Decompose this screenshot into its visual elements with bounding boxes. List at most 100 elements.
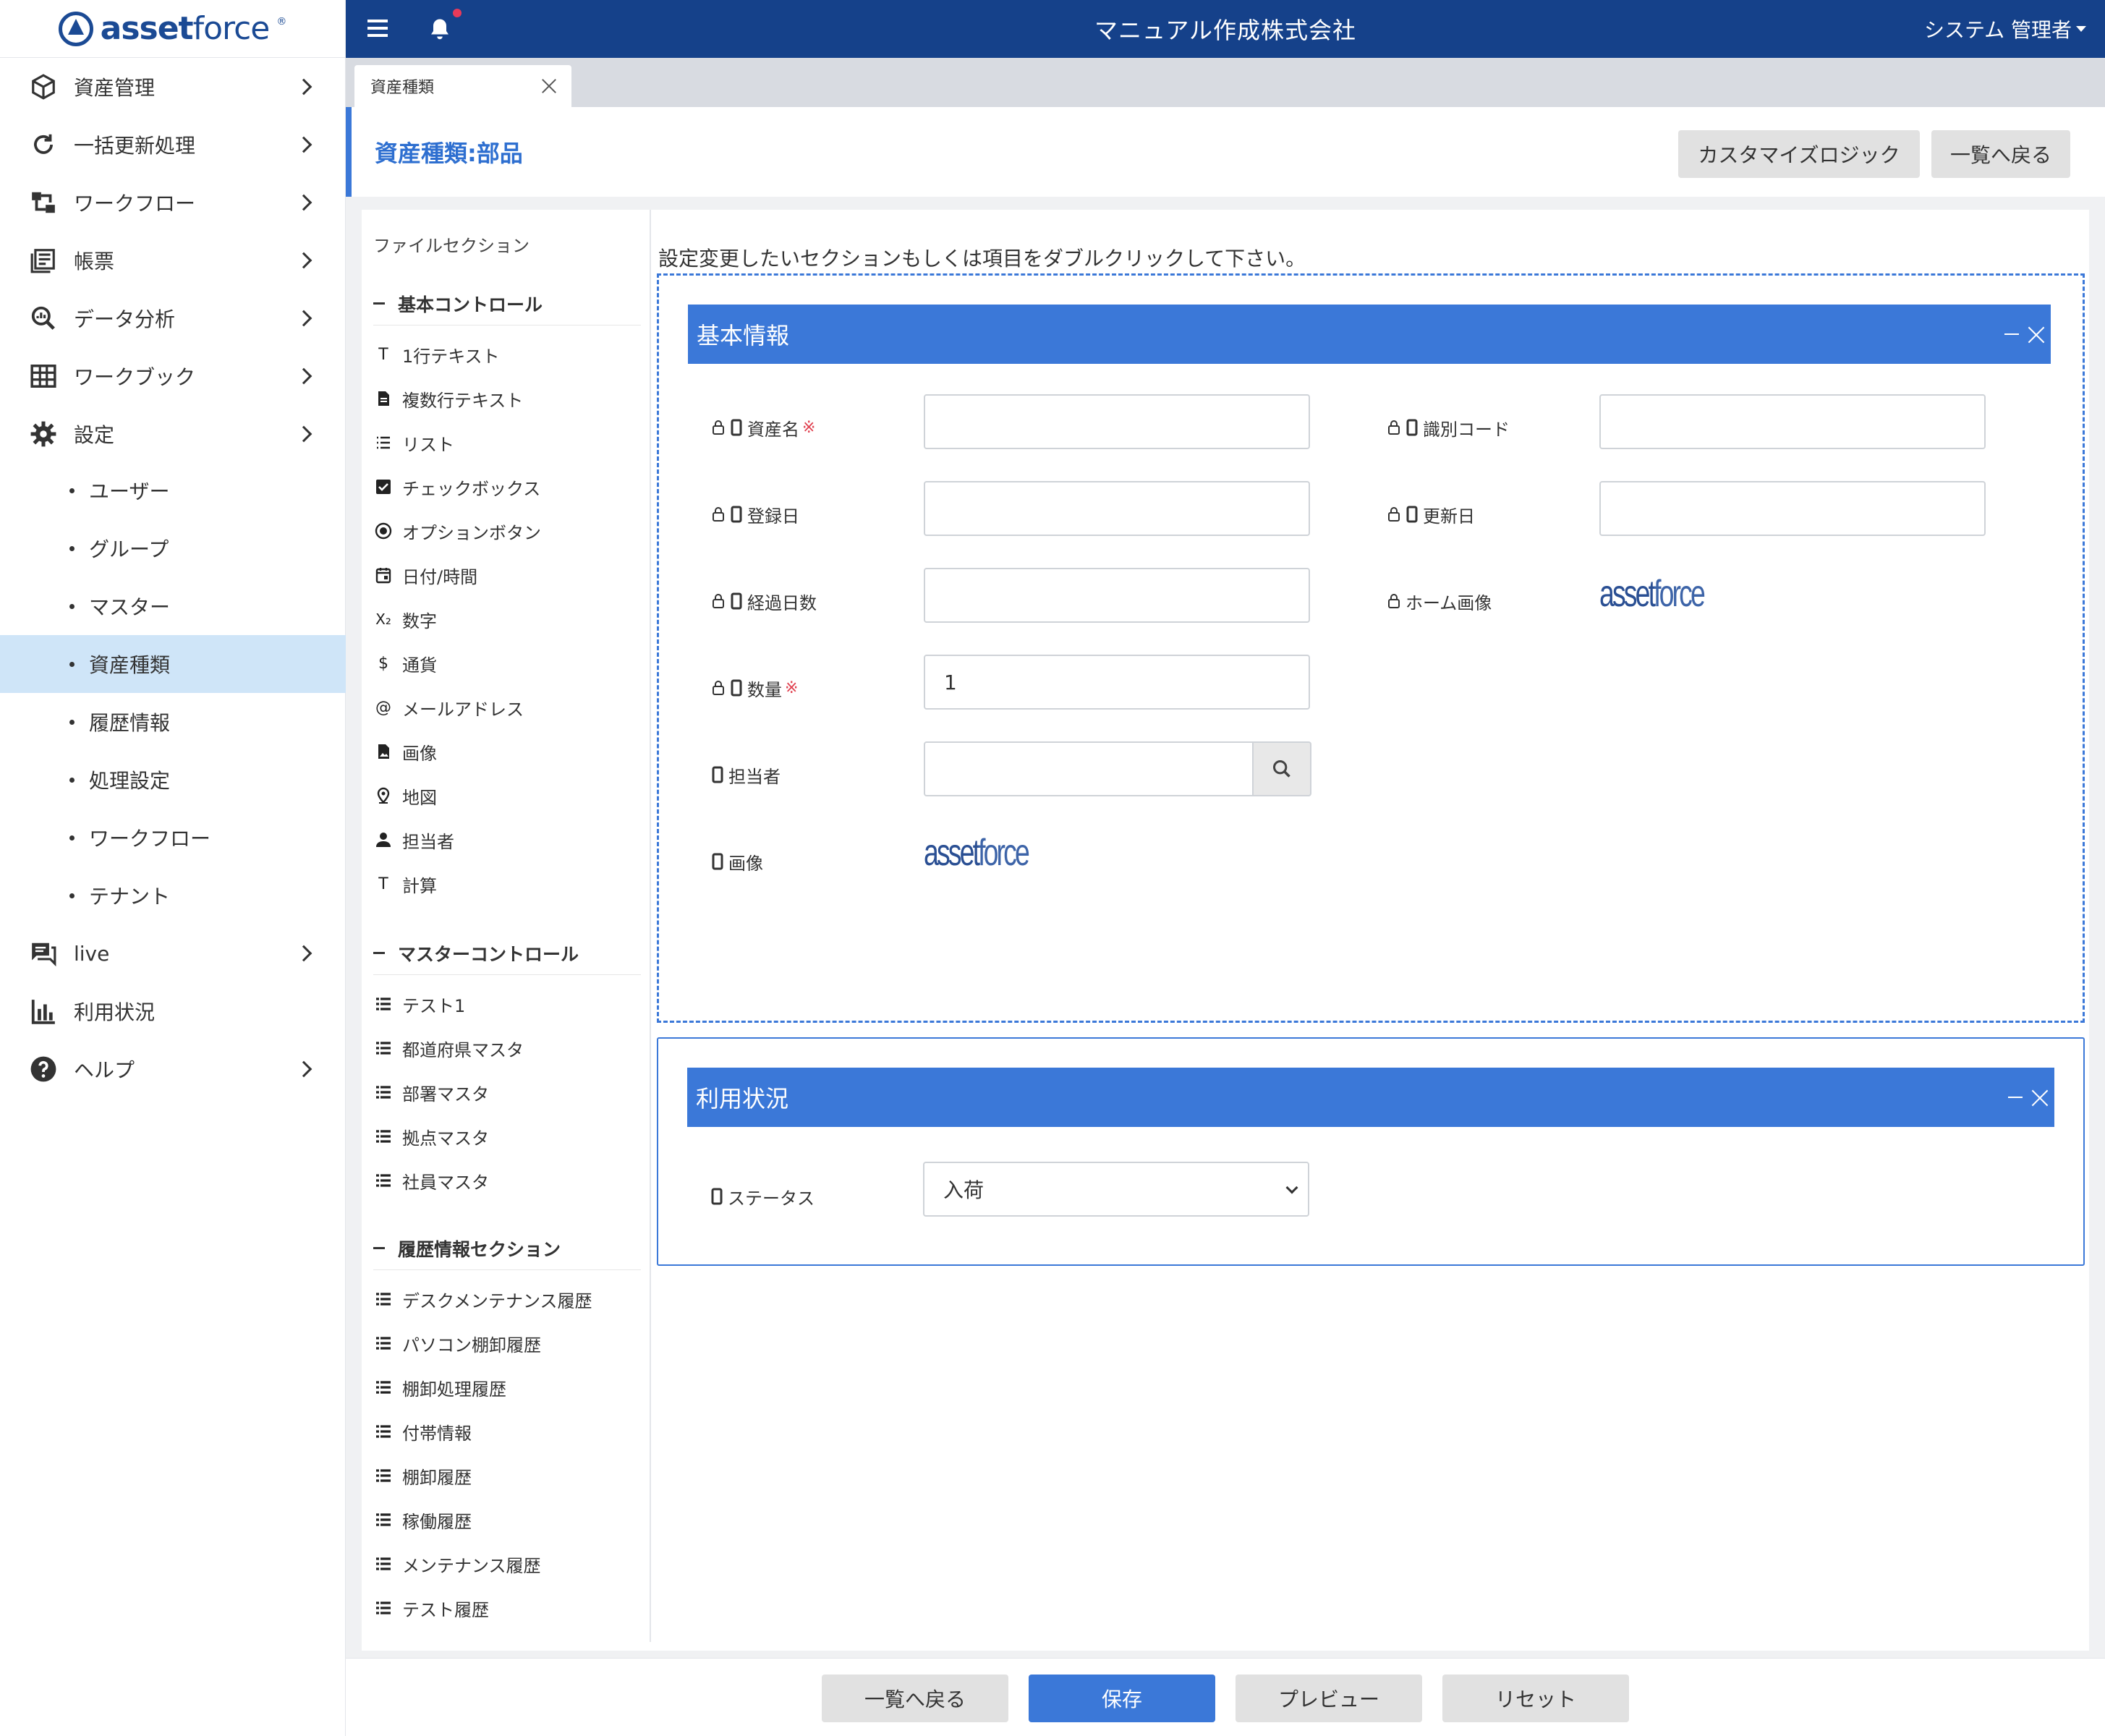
mobile-icon [731, 679, 742, 697]
palette-item-master[interactable]: 部署マスタ [375, 1074, 489, 1110]
palette-section-history[interactable]: 履歴情報セクション [373, 1227, 641, 1270]
section-usage[interactable]: 利用状況 ステータス 入荷 [657, 1037, 2085, 1266]
notification-badge [453, 9, 462, 17]
palette-item-file-section[interactable]: ファイルセクション [373, 231, 530, 257]
section-header[interactable]: 利用状況 [687, 1068, 2054, 1127]
palette-item-radio[interactable]: オプションボタン [375, 513, 541, 549]
palette-item-currency[interactable]: $ 通貨 [375, 645, 437, 681]
field-label-image[interactable]: 画像 [711, 847, 763, 876]
sidebar-subitem-history[interactable]: 履歴情報 [0, 693, 346, 751]
brand-logo[interactable]: assetforce ® [58, 10, 286, 47]
sidebar-subitem-process-settings[interactable]: 処理設定 [0, 751, 346, 809]
palette-section-basic[interactable]: 基本コントロール [373, 282, 641, 326]
palette-item-map[interactable]: 地図 [375, 778, 437, 814]
palette-item-single-line-text[interactable]: T 1行テキスト [375, 336, 499, 373]
sidebar-item-data-analysis[interactable]: データ分析 [0, 289, 346, 347]
sidebar-item-asset-management[interactable]: 資産管理 [0, 58, 346, 116]
palette-item-number[interactable]: X₂ 数字 [375, 601, 437, 637]
field-label-home-image[interactable]: ホーム画像 [1387, 587, 1492, 616]
palette-item-master[interactable]: テスト1 [375, 986, 465, 1022]
section-basic-info[interactable]: 基本情報 資産名 ※ 識別コード 登録日 更新日 経過日数 ホーム画像 asse… [657, 273, 2085, 1023]
sidebar-item-bulk-update[interactable]: 一括更新処理 [0, 116, 346, 174]
home-image-preview[interactable]: assetforce [1599, 572, 1706, 616]
sidebar-item-help[interactable]: ヘルプ [0, 1040, 346, 1098]
id-code-input[interactable] [1599, 394, 1986, 449]
field-label-status[interactable]: ステータス [710, 1182, 815, 1211]
sidebar-item-workflow[interactable]: ワークフロー [0, 174, 346, 231]
sidebar-subitem-asset-types[interactable]: 資産種類 [0, 635, 346, 693]
quantity-input[interactable]: 1 [924, 655, 1310, 710]
field-label-upd-date[interactable]: 更新日 [1387, 500, 1475, 529]
palette-item-master[interactable]: 拠点マスタ [375, 1118, 489, 1154]
sidebar-item-settings[interactable]: 設定 [0, 405, 346, 463]
sidebar-subitem-tenant[interactable]: テナント [0, 867, 346, 924]
customize-logic-button[interactable]: カスタマイズロジック [1678, 130, 1920, 178]
minimize-icon[interactable] [2004, 333, 2019, 335]
sidebar-item-reports[interactable]: 帳票 [0, 231, 346, 289]
field-label-quantity[interactable]: 数量 ※ [711, 673, 798, 702]
palette-item-history[interactable]: テスト履歴 [375, 1590, 489, 1626]
back-to-list-button[interactable]: 一覧へ戻る [1931, 130, 2070, 178]
palette-item-list[interactable]: リスト [375, 425, 454, 461]
footer-back-button[interactable]: 一覧へ戻る [822, 1675, 1008, 1722]
sidebar-subitem-master[interactable]: マスター [0, 577, 346, 635]
palette-item-multi-line-text[interactable]: 複数行テキスト [375, 380, 523, 417]
list-bullet-icon [375, 1172, 392, 1189]
palette-item-master[interactable]: 社員マスタ [375, 1162, 489, 1199]
owner-input[interactable] [924, 741, 1254, 796]
minus-icon[interactable] [373, 302, 385, 305]
save-button[interactable]: 保存 [1029, 1675, 1215, 1722]
status-select[interactable]: 入荷 [923, 1162, 1309, 1217]
preview-button[interactable]: プレビュー [1236, 1675, 1422, 1722]
palette-section-master[interactable]: マスターコントロール [373, 932, 641, 975]
sidebar-item-workbook[interactable]: ワークブック [0, 347, 346, 405]
logo-text: assetforce [100, 10, 271, 47]
control-palette[interactable]: ファイルセクション 基本コントロール T 1行テキスト 複数行テキスト リスト チ… [362, 210, 651, 1642]
sidebar-item-live[interactable]: live [0, 924, 346, 982]
elapsed-days-input[interactable] [924, 568, 1310, 623]
section-header[interactable]: 基本情報 [688, 305, 2051, 364]
palette-item-history[interactable]: デスクメンテナンス履歴 [375, 1281, 592, 1317]
close-icon[interactable] [2031, 1089, 2049, 1107]
minus-icon[interactable] [373, 952, 385, 954]
close-icon[interactable] [2028, 326, 2045, 344]
minimize-icon[interactable] [2008, 1097, 2023, 1098]
field-label-owner[interactable]: 担当者 [711, 760, 781, 789]
palette-item-history[interactable]: 棚卸履歴 [375, 1458, 472, 1494]
palette-item-history[interactable]: 棚卸処理履歴 [375, 1369, 506, 1405]
sidebar-subitem-workflow[interactable]: ワークフロー [0, 809, 346, 867]
field-label-reg-date[interactable]: 登録日 [711, 500, 799, 529]
person-icon [375, 831, 392, 848]
field-label-elapsed-days[interactable]: 経過日数 [711, 587, 817, 616]
hamburger-menu-icon[interactable] [367, 20, 388, 37]
sidebar-subitem-groups[interactable]: グループ [0, 519, 346, 577]
bell-icon[interactable] [427, 16, 453, 42]
palette-item-history[interactable]: パソコン棚卸履歴 [375, 1325, 541, 1361]
palette-item-email[interactable]: @ メールアドレス [375, 689, 524, 726]
field-label-asset-name[interactable]: 資産名 ※ [711, 413, 815, 442]
palette-item-history[interactable]: 付帯情報 [375, 1413, 472, 1450]
palette-item-checkbox[interactable]: チェックボックス [375, 469, 540, 505]
search-button[interactable] [1254, 741, 1311, 796]
top-header: マニュアル作成株式会社 システム 管理者 [346, 0, 2105, 58]
asset-name-input[interactable] [924, 394, 1310, 449]
reset-button[interactable]: リセット [1442, 1675, 1629, 1722]
palette-item-history[interactable]: 稼働履歴 [375, 1502, 472, 1538]
reg-date-input[interactable] [924, 481, 1310, 536]
palette-item-datetime[interactable]: 日付/時間 [375, 557, 477, 593]
palette-item-master[interactable]: 都道府県マスタ [375, 1030, 524, 1066]
image-preview[interactable]: assetforce [924, 831, 1030, 875]
palette-item-history[interactable]: メンテナンス履歴 [375, 1546, 541, 1582]
sidebar-subitem-users[interactable]: ユーザー [0, 461, 346, 519]
sidebar-item-usage[interactable]: 利用状況 [0, 982, 346, 1040]
minus-icon[interactable] [373, 1247, 385, 1249]
palette-item-person[interactable]: 担当者 [375, 822, 454, 858]
user-menu[interactable]: システム 管理者 [1924, 0, 2086, 58]
tab-asset-types[interactable]: 資産種類 [354, 65, 571, 107]
close-icon[interactable] [541, 78, 557, 94]
chevron-right-icon [295, 1060, 312, 1078]
palette-item-image[interactable]: 画像 [375, 733, 437, 770]
palette-item-calculation[interactable]: T 計算 [375, 866, 437, 902]
upd-date-input[interactable] [1599, 481, 1986, 536]
field-label-id-code[interactable]: 識別コード [1387, 413, 1510, 442]
